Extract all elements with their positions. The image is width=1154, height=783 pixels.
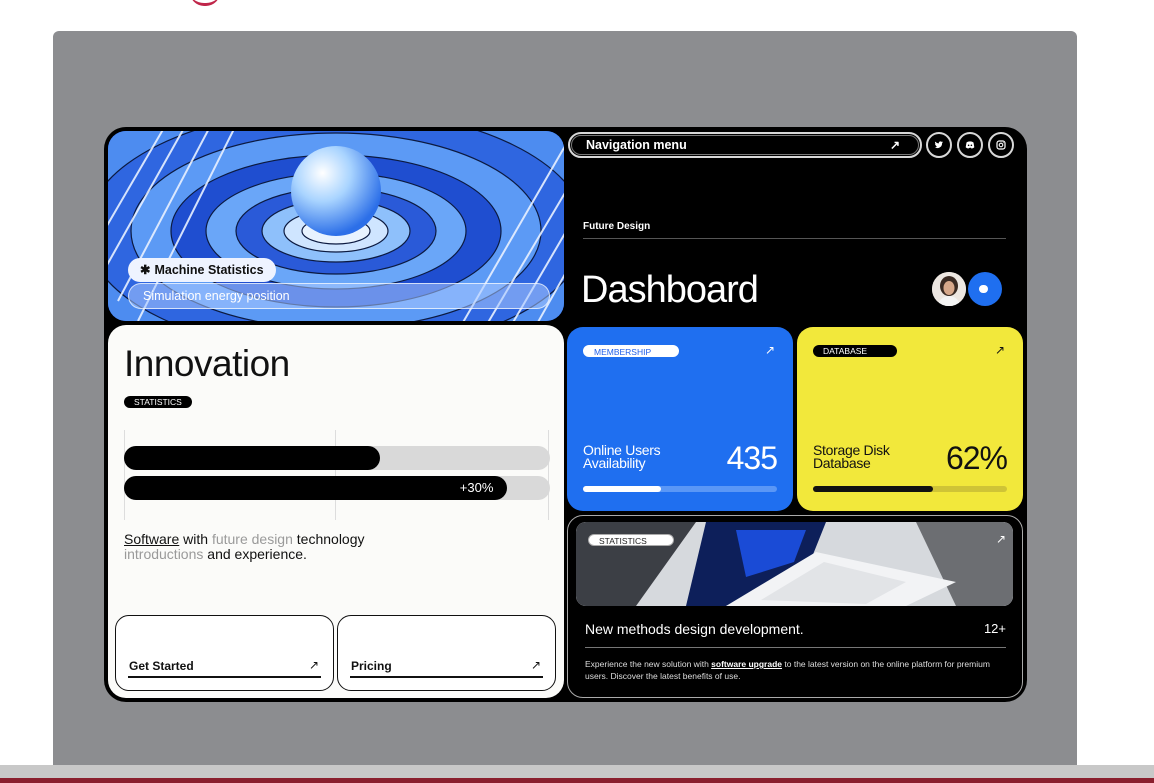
innovation-card: Innovation STATISTICS +30% Software with… <box>108 325 564 698</box>
storage-disk-label: Storage Disk Database <box>813 443 890 471</box>
text-software: Software <box>124 531 180 547</box>
database-tag: DATABASE <box>813 345 897 357</box>
progress-fill: +30% <box>124 476 508 500</box>
membership-tag: MEMBERSHIP <box>583 345 679 357</box>
text-part: technology <box>292 531 365 547</box>
progress-label: +30% <box>459 480 494 495</box>
simulation-energy-pill[interactable]: Simulation energy position <box>128 283 550 309</box>
top-accent-mark <box>190 0 220 6</box>
arrow-up-right-icon: ↗ <box>994 343 1005 357</box>
text-part: future design <box>211 531 293 547</box>
grid-line <box>335 430 336 520</box>
grid-line <box>548 430 549 520</box>
statistics-description: Experience the new solution with softwar… <box>585 658 1009 682</box>
label-line: Availability <box>583 455 646 471</box>
underline <box>128 676 321 678</box>
database-card[interactable]: DATABASE ↗ Storage Disk Database 62% <box>797 327 1023 511</box>
theme-toggle[interactable] <box>968 272 1002 306</box>
get-started-button[interactable]: Get Started ↗ <box>115 615 334 691</box>
machine-statistics-label: Machine Statistics <box>154 263 264 277</box>
grid-line <box>124 430 125 520</box>
instagram-icon[interactable] <box>988 132 1014 158</box>
innovation-title: Innovation <box>124 343 290 384</box>
future-design-eyebrow: Future Design <box>583 221 651 232</box>
avatar[interactable] <box>932 272 966 306</box>
label-line: Database <box>813 455 871 471</box>
database-progress-fill <box>813 486 934 492</box>
storage-disk-value: 62% <box>945 440 1008 476</box>
statistics-tag: STATISTICS <box>124 396 192 408</box>
statistics-tag: STATISTICS <box>588 534 674 546</box>
arrow-up-right-icon: ↗ <box>764 343 775 357</box>
asterisk-icon: ✱ <box>140 263 151 277</box>
divider <box>585 647 1006 648</box>
pricing-label: Pricing <box>351 659 392 673</box>
statistics-headline: New methods design development. <box>585 621 804 637</box>
navigation-menu-button[interactable]: Navigation menu ↗ <box>568 132 922 158</box>
machine-statistics-pill[interactable]: ✱ Machine Statistics <box>128 258 276 282</box>
divider <box>583 238 1006 239</box>
membership-progress <box>583 486 777 492</box>
progress-track: +30% <box>124 476 550 500</box>
arrow-up-right-icon: ↗ <box>308 658 319 672</box>
text-part: and experience. <box>203 546 307 562</box>
dashboard-frame: ✱ Machine Statistics Simulation energy po… <box>104 127 1027 702</box>
desc-text: Experience the new solution with <box>585 659 712 669</box>
progress-fill <box>124 446 380 470</box>
membership-card[interactable]: MEMBERSHIP ↗ Online Users Availability 4… <box>567 327 793 511</box>
bottom-accent-line <box>0 778 1154 783</box>
pricing-button[interactable]: Pricing ↗ <box>337 615 556 691</box>
statistics-count: 12+ <box>983 621 1006 636</box>
statistics-card[interactable]: STATISTICS ↗ New methods design developm… <box>567 515 1023 698</box>
laptop-image: STATISTICS <box>576 522 1013 606</box>
hero-card: ✱ Machine Statistics Simulation energy po… <box>108 131 564 321</box>
arrow-up-right-icon: ↗ <box>530 658 541 672</box>
text-part: with <box>179 531 212 547</box>
page: ✱ Machine Statistics Simulation energy po… <box>0 0 1154 783</box>
arrow-up-right-icon: ↗ <box>995 532 1006 546</box>
toggle-knob <box>979 285 988 293</box>
database-progress <box>813 486 1007 492</box>
get-started-label: Get Started <box>129 659 194 673</box>
online-users-label: Online Users Availability <box>583 443 661 471</box>
page-title: Dashboard <box>581 269 759 311</box>
underline <box>350 676 543 678</box>
text-part: introductions <box>124 546 204 562</box>
discord-icon[interactable] <box>957 132 983 158</box>
membership-progress-fill <box>583 486 661 492</box>
progress-track <box>124 446 550 470</box>
online-users-value: 435 <box>726 440 778 476</box>
innovation-description: Software with future design technology i… <box>124 532 444 562</box>
navigation-menu-label: Navigation menu <box>586 138 687 152</box>
twitter-icon[interactable] <box>926 132 952 158</box>
software-upgrade-link[interactable]: software upgrade <box>711 659 782 669</box>
arrow-up-right-icon: ↗ <box>889 138 900 152</box>
